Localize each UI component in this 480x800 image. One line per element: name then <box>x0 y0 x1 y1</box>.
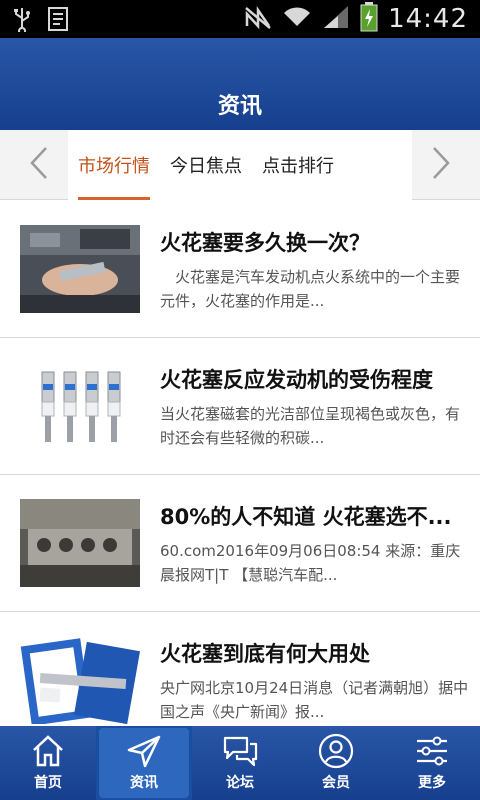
bottom-nav: 首页 资讯 论坛 会员 更多 <box>0 726 480 800</box>
news-thumbnail <box>20 225 140 313</box>
spark-plug-box-icon <box>20 636 140 724</box>
news-thumbnail <box>20 362 140 450</box>
wifi-icon <box>282 4 312 34</box>
tab-today-focus[interactable]: 今日焦点 <box>160 130 252 200</box>
nav-label: 论坛 <box>226 775 254 791</box>
document-icon <box>46 6 70 36</box>
tab-strip: 市场行情 今日焦点 点击排行 <box>68 130 412 200</box>
page-title: 资讯 <box>217 94 262 119</box>
news-summary: 火花塞是汽车发动机点火系统中的一个主要元件，火花塞的作用是... <box>160 268 461 310</box>
tab-market[interactable]: 市场行情 <box>68 130 160 200</box>
tabs-next-arrow[interactable] <box>426 146 456 184</box>
news-item[interactable]: 80%的人不知道 火花塞选不... 60.com2016年09月06日08:54… <box>0 475 480 612</box>
nav-forum[interactable]: 论坛 <box>192 726 288 800</box>
home-icon <box>28 732 68 770</box>
usb-icon <box>12 6 32 36</box>
nav-news[interactable]: 资讯 <box>96 726 192 800</box>
status-bar: 14:42 <box>0 0 480 38</box>
app-header: 资讯 <box>0 38 480 130</box>
news-thumbnail <box>20 499 140 587</box>
news-item[interactable]: 火花塞到底有何大用处 央广网北京10月24日消息（记者满朝旭）据中国之声《央广新… <box>0 612 480 726</box>
news-list: 火花塞要多久换一次？ 火花塞是汽车发动机点火系统中的一个主要元件，火花塞的作用是… <box>0 201 480 726</box>
nav-label: 首页 <box>34 775 62 791</box>
nav-home[interactable]: 首页 <box>0 726 96 800</box>
chevron-left-icon <box>28 146 50 184</box>
news-title: 火花塞反应发动机的受伤程度 <box>160 368 433 392</box>
news-item[interactable]: 火花塞要多久换一次？ 火花塞是汽车发动机点火系统中的一个主要元件，火花塞的作用是… <box>0 201 480 338</box>
user-icon <box>316 732 356 770</box>
tabs-bar: 市场行情 今日焦点 点击排行 <box>0 130 480 200</box>
chat-bubbles-icon <box>220 732 260 770</box>
send-arrow-icon <box>124 732 164 770</box>
tab-ranking[interactable]: 点击排行 <box>252 130 344 200</box>
chevron-right-icon <box>430 146 452 184</box>
no-signal-icon <box>244 4 272 34</box>
engine-hand-icon <box>20 225 140 313</box>
news-item[interactable]: 火花塞反应发动机的受伤程度 当火花塞磁套的光洁部位呈现褐色或灰色，有时还会有些轻… <box>0 338 480 475</box>
news-title: 火花塞到底有何大用处 <box>160 642 370 666</box>
spark-plugs-icon <box>20 362 140 450</box>
news-title: 80%的人不知道 火花塞选不... <box>160 505 452 529</box>
nav-member[interactable]: 会员 <box>288 726 384 800</box>
news-title: 火花塞要多久换一次？ <box>160 231 370 255</box>
sliders-icon <box>412 732 452 770</box>
nav-more[interactable]: 更多 <box>384 726 480 800</box>
status-time: 14:42 <box>388 4 468 34</box>
battery-icon <box>360 2 378 36</box>
nav-label: 资讯 <box>130 775 158 791</box>
news-summary: 60.com2016年09月06日08:54 来源：重庆晨报网T|T 【慧聪汽车… <box>160 542 461 584</box>
news-thumbnail <box>20 636 140 724</box>
nav-label: 更多 <box>418 775 446 791</box>
nav-label: 会员 <box>322 775 350 791</box>
news-summary: 央广网北京10月24日消息（记者满朝旭）据中国之声《央广新闻》报... <box>160 679 469 721</box>
tabs-prev-arrow[interactable] <box>24 146 54 184</box>
news-summary: 当火花塞磁套的光洁部位呈现褐色或灰色，有时还会有些轻微的积碳... <box>160 405 461 447</box>
cell-signal-icon <box>322 4 350 34</box>
engine-block-icon <box>20 499 140 587</box>
